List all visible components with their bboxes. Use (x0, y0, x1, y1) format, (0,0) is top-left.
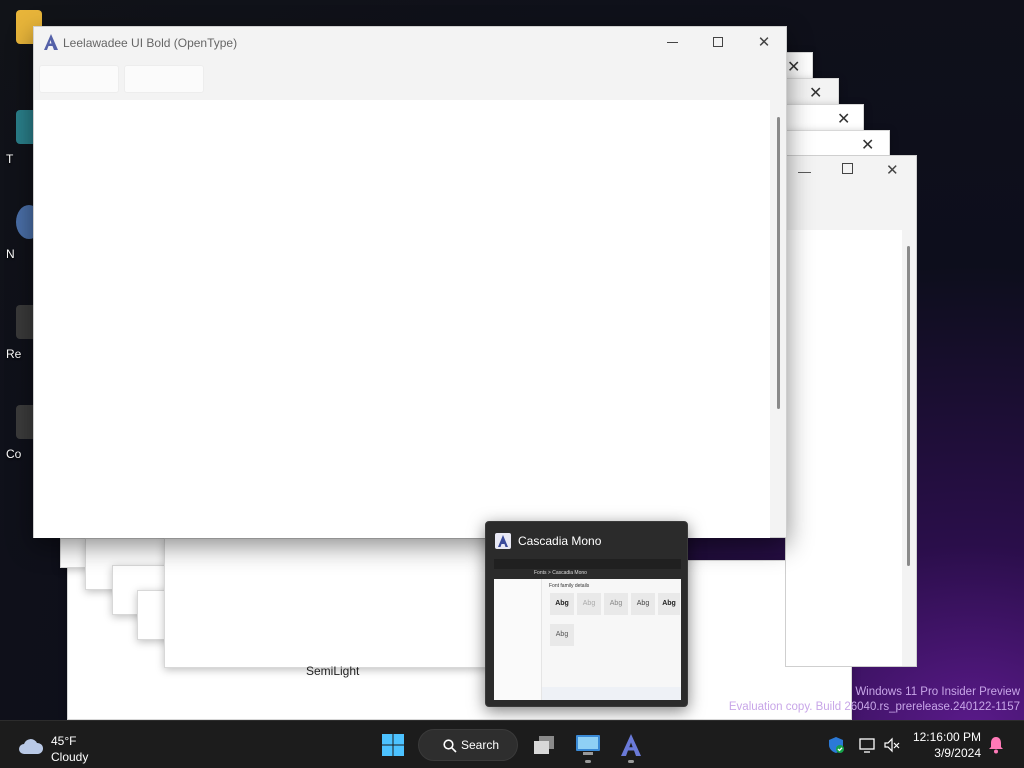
taskbar-app-font-viewer[interactable] (612, 725, 650, 765)
secondary-window-content (786, 230, 902, 666)
close-icon[interactable]: ✕ (787, 57, 800, 77)
minimize-icon[interactable]: — (798, 164, 811, 179)
close-icon[interactable]: ✕ (886, 161, 899, 179)
running-indicator (585, 760, 591, 763)
background-window: ✕ (786, 78, 839, 106)
preview-statusbar (542, 687, 681, 700)
cloud-icon (19, 739, 44, 754)
search-box[interactable]: Search (418, 729, 518, 761)
font-tile: Abg (577, 593, 601, 615)
font-file-icon (495, 533, 511, 549)
weather-temperature: 45°F (51, 734, 77, 748)
task-view-icon (534, 736, 554, 754)
task-view-button[interactable] (525, 725, 563, 765)
running-indicator (628, 760, 634, 763)
scrollbar[interactable] (907, 246, 910, 566)
taskbar: 45°F Cloudy Search 12:16:00 PM 3/9/2024 (0, 720, 1024, 768)
font-file-icon (621, 734, 641, 756)
background-window: ✕ (786, 130, 890, 158)
weather-widget[interactable]: 45°F Cloudy (8, 725, 138, 765)
tray-volume[interactable] (880, 725, 904, 765)
minimize-icon (666, 41, 678, 43)
volume-muted-icon (884, 737, 900, 753)
search-icon (443, 739, 457, 753)
clock-date: 3/9/2024 (934, 746, 981, 760)
windows-logo-icon (382, 734, 404, 756)
font-tile: Abg (658, 593, 680, 615)
close-icon[interactable]: ✕ (837, 109, 850, 129)
preview-sidebar (494, 579, 542, 700)
tray-network[interactable] (855, 725, 879, 765)
font-tile: Abg (550, 624, 574, 646)
maximize-icon (713, 37, 723, 47)
control-panel-icon (576, 735, 600, 755)
font-tile: Abg (550, 593, 574, 615)
close-button[interactable]: ✕ (741, 27, 787, 57)
tray-defender[interactable] (824, 725, 848, 765)
font-preview-area (34, 100, 770, 538)
scrollbar[interactable] (777, 117, 780, 409)
taskbar-thumbnail[interactable]: Cascadia Mono Fonts > Cascadia Mono Font… (485, 521, 688, 707)
taskbar-app-control-panel[interactable] (569, 725, 607, 765)
print-button[interactable] (39, 65, 119, 93)
watermark-line-1: Windows 11 Pro Insider Preview (855, 686, 1020, 698)
background-window: ✕ (786, 104, 864, 132)
window-title: Leelawadee UI Bold (OpenType) (63, 36, 238, 50)
maximize-button[interactable] (695, 27, 741, 57)
weather-condition: Cloudy (51, 750, 89, 764)
close-icon[interactable]: ✕ (861, 135, 874, 155)
maximize-icon[interactable] (842, 163, 853, 174)
search-label: Search (461, 738, 500, 752)
clock-time: 12:16:00 PM (912, 730, 981, 744)
font-viewer-window: Leelawadee UI Bold (OpenType) ✕ (33, 26, 787, 538)
font-tile: Abg (631, 593, 655, 615)
preview-addressbar: Fonts > Cascadia Mono (494, 569, 681, 579)
notification-bell-icon (989, 737, 1003, 754)
system-clock[interactable]: 12:16:00 PM 3/9/2024 (913, 729, 981, 761)
background-font-label: SemiLight (306, 664, 360, 678)
close-icon: ✕ (757, 34, 771, 51)
thumbnail-preview: Fonts > Cascadia Mono Font family detail… (494, 559, 681, 700)
defender-icon (829, 737, 844, 753)
thumbnail-title: Cascadia Mono (518, 534, 602, 548)
start-button[interactable] (373, 725, 413, 765)
watermark-line-2: Evaluation copy. Build 26040.rs_prerelea… (728, 701, 1020, 713)
font-tile: Abg (604, 593, 628, 615)
background-window (164, 538, 494, 668)
title-bar[interactable]: Leelawadee UI Bold (OpenType) ✕ (34, 27, 786, 59)
preview-titlebar (494, 559, 681, 569)
network-icon (859, 738, 875, 753)
font-file-icon (44, 34, 58, 50)
install-button[interactable] (124, 65, 204, 93)
minimize-button[interactable] (649, 27, 695, 57)
close-icon[interactable]: ✕ (809, 83, 822, 103)
notification-button[interactable] (984, 725, 1008, 765)
secondary-window: — ✕ (785, 155, 917, 667)
